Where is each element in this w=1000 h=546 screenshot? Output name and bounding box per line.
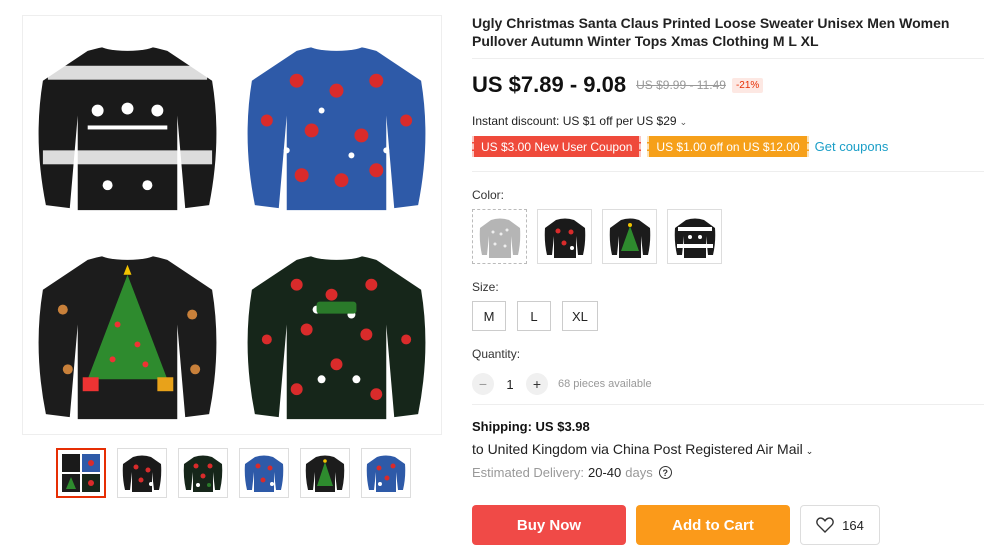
size-option-xl[interactable]: XL — [562, 301, 598, 331]
eta-value: 20-40 — [587, 465, 622, 480]
divider — [472, 404, 984, 405]
thumbnail-image — [366, 455, 406, 492]
thumbnail-image — [122, 455, 162, 492]
coupons-row: US $3.00 New User Coupon US $1.00 off on… — [472, 136, 888, 157]
eta-unit: days — [625, 465, 653, 480]
thumbnail-all-four-sweaters[interactable] — [56, 448, 106, 498]
color-options — [472, 209, 722, 264]
get-coupons-link[interactable]: Get coupons — [815, 139, 889, 154]
heart-icon — [816, 517, 834, 533]
size-label: Size: — [472, 280, 499, 294]
help-icon[interactable]: ? — [658, 466, 672, 479]
wishlist-button[interactable]: 164 — [800, 505, 880, 545]
shipping-destination: to United Kingdom via China Post Registe… — [472, 441, 803, 457]
quantity-label: Quantity: — [472, 347, 521, 361]
sweaters-collage-image — [38, 38, 426, 420]
chevron-down-icon: ⌄ — [805, 446, 814, 456]
thumbnail-black-santa-sweater[interactable] — [117, 448, 167, 498]
shipping-destination-selector[interactable]: to United Kingdom via China Post Registe… — [472, 441, 813, 457]
store-coupon[interactable]: US $1.00 off on US $12.00 — [647, 136, 809, 157]
color-label: Color: — [472, 188, 505, 202]
size-option-m[interactable]: M — [472, 301, 506, 331]
color-swatch-black-reindeer[interactable] — [667, 209, 722, 264]
size-options: M L XL — [472, 301, 598, 331]
original-price: US $9.99 - 11.49 — [636, 78, 726, 92]
divider — [472, 58, 984, 59]
gray-sweater-image — [479, 218, 520, 258]
new-user-coupon[interactable]: US $3.00 New User Coupon — [472, 136, 642, 157]
buy-now-button[interactable]: Buy Now — [472, 505, 626, 545]
quantity-stepper: − 1 + 68 pieces available — [472, 373, 652, 395]
color-swatch-black-tree[interactable] — [602, 209, 657, 264]
eta-label: Estimated Delivery: — [472, 465, 584, 480]
quantity-increase-button[interactable]: + — [526, 373, 548, 395]
quantity-decrease-button[interactable]: − — [472, 373, 494, 395]
wishlist-count: 164 — [842, 517, 864, 533]
color-swatch-black-santa[interactable] — [537, 209, 592, 264]
current-price: US $7.89 - 9.08 — [472, 72, 627, 97]
thumbnail-black-santa-sweater-2[interactable] — [178, 448, 228, 498]
chevron-down-icon: ⌄ — [679, 117, 688, 127]
black-santa-sweater-image — [544, 218, 585, 258]
thumbnail-image — [183, 455, 223, 492]
black-reindeer-sweater-image — [674, 218, 715, 258]
add-to-cart-button[interactable]: Add to Cart — [636, 505, 790, 545]
thumbnail-image — [244, 455, 284, 492]
instant-discount[interactable]: Instant discount: US $1 off per US $29 ⌄ — [472, 114, 687, 128]
thumbnail-blue-santa-sweater[interactable] — [239, 448, 289, 498]
black-tree-sweater-image — [609, 218, 650, 258]
price-row: US $7.89 - 9.08 US $9.99 - 11.49 -21% — [472, 72, 764, 98]
instant-discount-text: Instant discount: US $1 off per US $29 — [472, 114, 677, 128]
shipping-cost: Shipping: US $3.98 — [472, 419, 590, 434]
quantity-value[interactable]: 1 — [494, 377, 526, 392]
estimated-delivery: Estimated Delivery: 20-40 days ? — [472, 465, 672, 480]
purchase-actions: Buy Now Add to Cart 164 — [472, 505, 880, 545]
divider — [472, 171, 984, 172]
discount-badge: -21% — [731, 77, 764, 93]
thumbnail-image — [305, 455, 345, 492]
thumbnail-blue-santa-sweater-2[interactable] — [361, 448, 411, 498]
product-title: Ugly Christmas Santa Claus Printed Loose… — [472, 15, 950, 49]
thumbnail-strip — [56, 448, 411, 498]
main-product-image[interactable] — [22, 15, 442, 435]
available-stock: 68 pieces available — [558, 378, 652, 390]
thumbnail-image — [62, 454, 100, 492]
size-option-l[interactable]: L — [517, 301, 551, 331]
color-swatch-gray[interactable] — [472, 209, 527, 264]
thumbnail-black-tree-sweater[interactable] — [300, 448, 350, 498]
